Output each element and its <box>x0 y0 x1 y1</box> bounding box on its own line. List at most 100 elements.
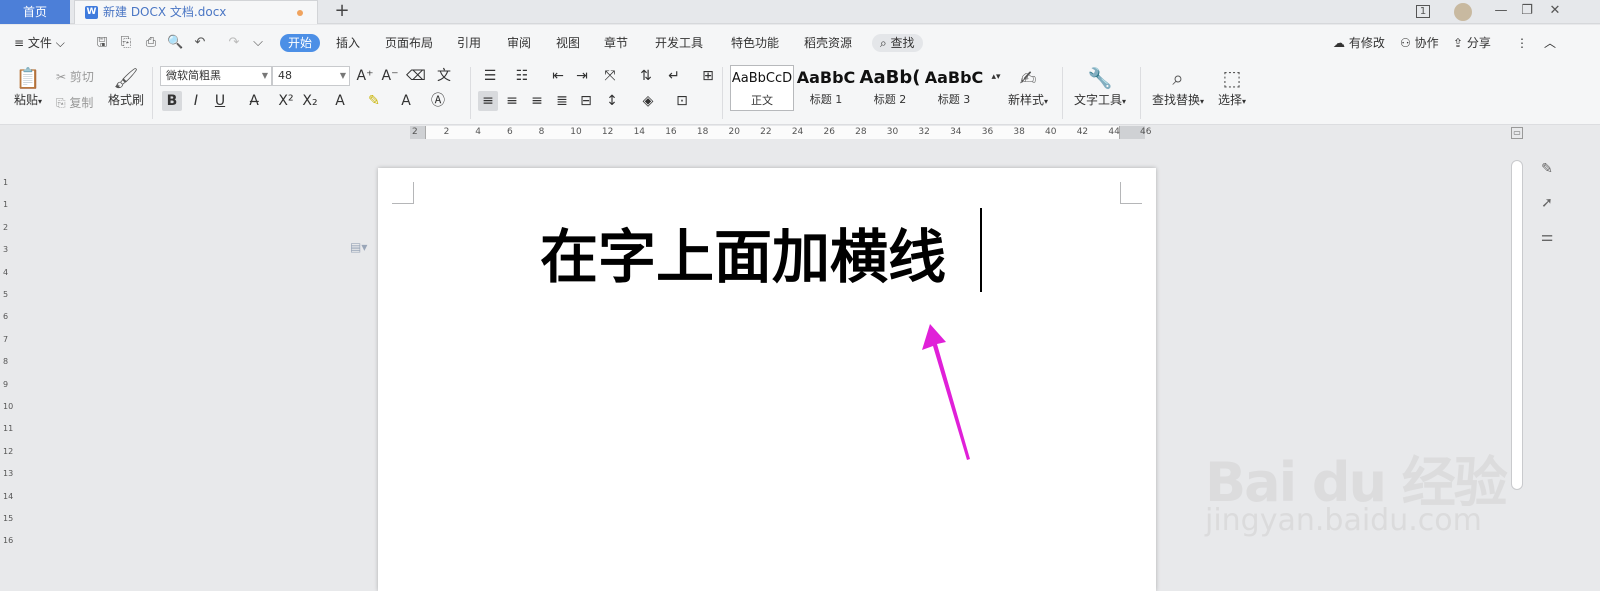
tab-insert[interactable]: 插入 <box>336 34 360 52</box>
collab-button[interactable]: ⚇ 协作 <box>1400 34 1439 52</box>
distribute-icon[interactable]: ⊟ <box>576 91 596 111</box>
has-changes-button[interactable]: ☁ 有修改 <box>1333 34 1385 52</box>
document-text[interactable]: 在字上面加横线 <box>540 210 946 294</box>
align-center-icon[interactable]: ≡ <box>502 91 522 111</box>
customize-icon[interactable]: ⌵ <box>250 35 266 51</box>
split-view-icon[interactable]: ▭ <box>1511 127 1523 139</box>
print-preview-icon[interactable]: 🔍 <box>167 35 183 51</box>
menu-row: ≡ 文件 ⌵ 🖫 ⎘ ⎙ 🔍 ↶ ↷ ⌵ 开始 插入 页面布局 引用 审阅 视图… <box>0 25 1600 61</box>
ruler-tick-label: 12 <box>601 127 614 137</box>
save-icon[interactable]: 🖫 <box>94 35 110 51</box>
tab-references[interactable]: 引用 <box>457 34 481 52</box>
magnifier-icon: ⌕ <box>1172 66 1184 90</box>
crop-mark-top-right <box>1120 182 1142 204</box>
style-heading-2[interactable]: AaBb( 标题 2 <box>858 65 922 111</box>
avatar[interactable] <box>1450 0 1476 24</box>
ruler-tick-label: 9 <box>3 379 9 389</box>
decrease-indent-icon[interactable]: ⇤ <box>548 66 568 86</box>
window-count-badge[interactable]: 1 <box>1410 0 1436 24</box>
shading-icon[interactable]: ◈ <box>638 91 658 111</box>
new-tab-button[interactable]: + <box>333 1 351 23</box>
justify-icon[interactable]: ≣ <box>552 91 572 111</box>
text-effect-button[interactable]: A <box>330 91 350 111</box>
cursor-select-icon[interactable]: ➚ <box>1538 194 1556 212</box>
tab-developer[interactable]: 开发工具 <box>655 34 703 52</box>
tab-document[interactable]: W 新建 DOCX 文档.docx <box>74 0 318 24</box>
bold-button[interactable]: B <box>162 91 182 111</box>
highlight-icon[interactable]: ✎ <box>364 91 384 111</box>
title-bar: 首页 W 新建 DOCX 文档.docx + 1 — ❐ ✕ <box>0 0 1600 24</box>
separator <box>1140 67 1141 119</box>
style-heading-3[interactable]: AaBbC 标题 3 <box>922 65 986 111</box>
copy-button[interactable]: ⎘ 复制 <box>56 94 93 111</box>
undo-icon[interactable]: ↶ <box>192 35 208 51</box>
paragraph-handle-icon[interactable]: ▤▾ <box>350 240 367 254</box>
increase-indent-icon[interactable]: ⇥ <box>572 66 592 86</box>
file-menu[interactable]: ≡ 文件 ⌵ <box>14 34 65 52</box>
bullets-icon[interactable]: ☰ <box>480 66 500 86</box>
redo-icon[interactable]: ↷ <box>226 35 242 51</box>
more-icon[interactable]: ⋮ <box>1516 34 1528 52</box>
style-heading-1[interactable]: AaBbC 标题 1 <box>794 65 858 111</box>
italic-button[interactable]: I <box>186 91 206 111</box>
table-icon[interactable]: ⊞ <box>698 66 718 86</box>
new-style-button[interactable]: ✍ 新样式▾ <box>1004 65 1052 108</box>
search-button[interactable]: ⌕ 查找 <box>872 34 923 52</box>
sort-icon[interactable]: ⇅ <box>636 66 656 86</box>
export-pdf-icon[interactable]: ⎘ <box>118 35 134 51</box>
pen-icon[interactable]: ✎ <box>1538 160 1556 178</box>
print-icon[interactable]: ⎙ <box>143 35 159 51</box>
underline-button[interactable]: U <box>210 91 230 111</box>
shrink-font-icon[interactable]: A⁻ <box>380 66 400 86</box>
styles-scroll-icon[interactable]: ▴▾ <box>986 67 1006 87</box>
phonetic-icon[interactable]: 文 <box>434 66 454 86</box>
char-border-icon[interactable]: Ⓐ <box>428 91 448 111</box>
font-color-icon[interactable]: A <box>396 91 416 111</box>
chinese-layout-icon[interactable]: ⤧ <box>600 66 620 86</box>
grow-font-icon[interactable]: A⁺ <box>355 66 375 86</box>
subscript-button[interactable]: X₂ <box>300 91 320 111</box>
scrollbar-thumb[interactable] <box>1511 160 1523 490</box>
strikethrough-button[interactable]: A̶ <box>244 91 264 111</box>
select-button[interactable]: ⬚ 选择▾ <box>1212 65 1252 108</box>
ruler-tick-label: 3 <box>3 245 9 255</box>
minimize-icon[interactable]: — <box>1488 0 1514 24</box>
tab-section[interactable]: 章节 <box>604 34 628 52</box>
clear-format-icon[interactable]: ⌫ <box>406 66 426 86</box>
font-name-select[interactable]: 微软简粗黑 ▼ <box>160 66 272 86</box>
align-left-icon[interactable]: ≡ <box>478 91 498 111</box>
tab-docer[interactable]: 稻壳资源 <box>804 34 852 52</box>
ruler-tick-label: 13 <box>3 469 14 479</box>
close-icon[interactable]: ✕ <box>1542 0 1568 24</box>
tab-features[interactable]: 特色功能 <box>731 34 779 52</box>
ruler-tick-label: 36 <box>981 127 994 137</box>
align-right-icon[interactable]: ≡ <box>527 91 547 111</box>
text-tools-button[interactable]: 🔧 文字工具▾ <box>1070 65 1130 108</box>
document-page[interactable]: 在字上面加横线 <box>378 168 1156 591</box>
tab-home[interactable]: 首页 <box>0 0 70 24</box>
find-replace-button[interactable]: ⌕ 查找替换▾ <box>1148 65 1208 108</box>
clipboard-icon: 📋 <box>15 66 41 90</box>
share-button[interactable]: ⇪ 分享 <box>1453 34 1491 52</box>
paste-button[interactable]: 📋 粘贴▾ <box>10 65 46 108</box>
collapse-ribbon-icon[interactable]: ︿ <box>1544 34 1556 52</box>
style-normal[interactable]: AaBbCcD 正文 <box>730 65 794 111</box>
tab-review[interactable]: 审阅 <box>507 34 531 52</box>
cut-button[interactable]: ✂ 剪切 <box>56 68 94 85</box>
font-size-select[interactable]: 48 ▼ <box>272 66 350 86</box>
line-spacing-icon[interactable]: ↕ <box>602 91 622 111</box>
ruler-tick-label: 10 <box>3 402 14 411</box>
tab-home-ribbon[interactable]: 开始 <box>280 34 321 52</box>
restore-icon[interactable]: ❐ <box>1514 0 1540 24</box>
unsaved-indicator <box>297 10 303 16</box>
format-painter-button[interactable]: 🖌 格式刷 <box>106 65 146 108</box>
vertical-ruler[interactable]: 1 1 2 3 4 5 6 7 8 9 10 11 12 13 14 15 16 <box>0 140 16 591</box>
adjust-icon[interactable]: ⚌ <box>1538 228 1556 246</box>
superscript-button[interactable]: X² <box>276 91 296 111</box>
ruler-tick-label: 28 <box>855 127 867 137</box>
tab-page-layout[interactable]: 页面布局 <box>385 34 433 52</box>
show-marks-icon[interactable]: ↵ <box>664 66 684 86</box>
borders-icon[interactable]: ⊡ <box>672 91 692 111</box>
numbering-icon[interactable]: ☷ <box>512 66 532 86</box>
tab-view[interactable]: 视图 <box>556 34 580 52</box>
